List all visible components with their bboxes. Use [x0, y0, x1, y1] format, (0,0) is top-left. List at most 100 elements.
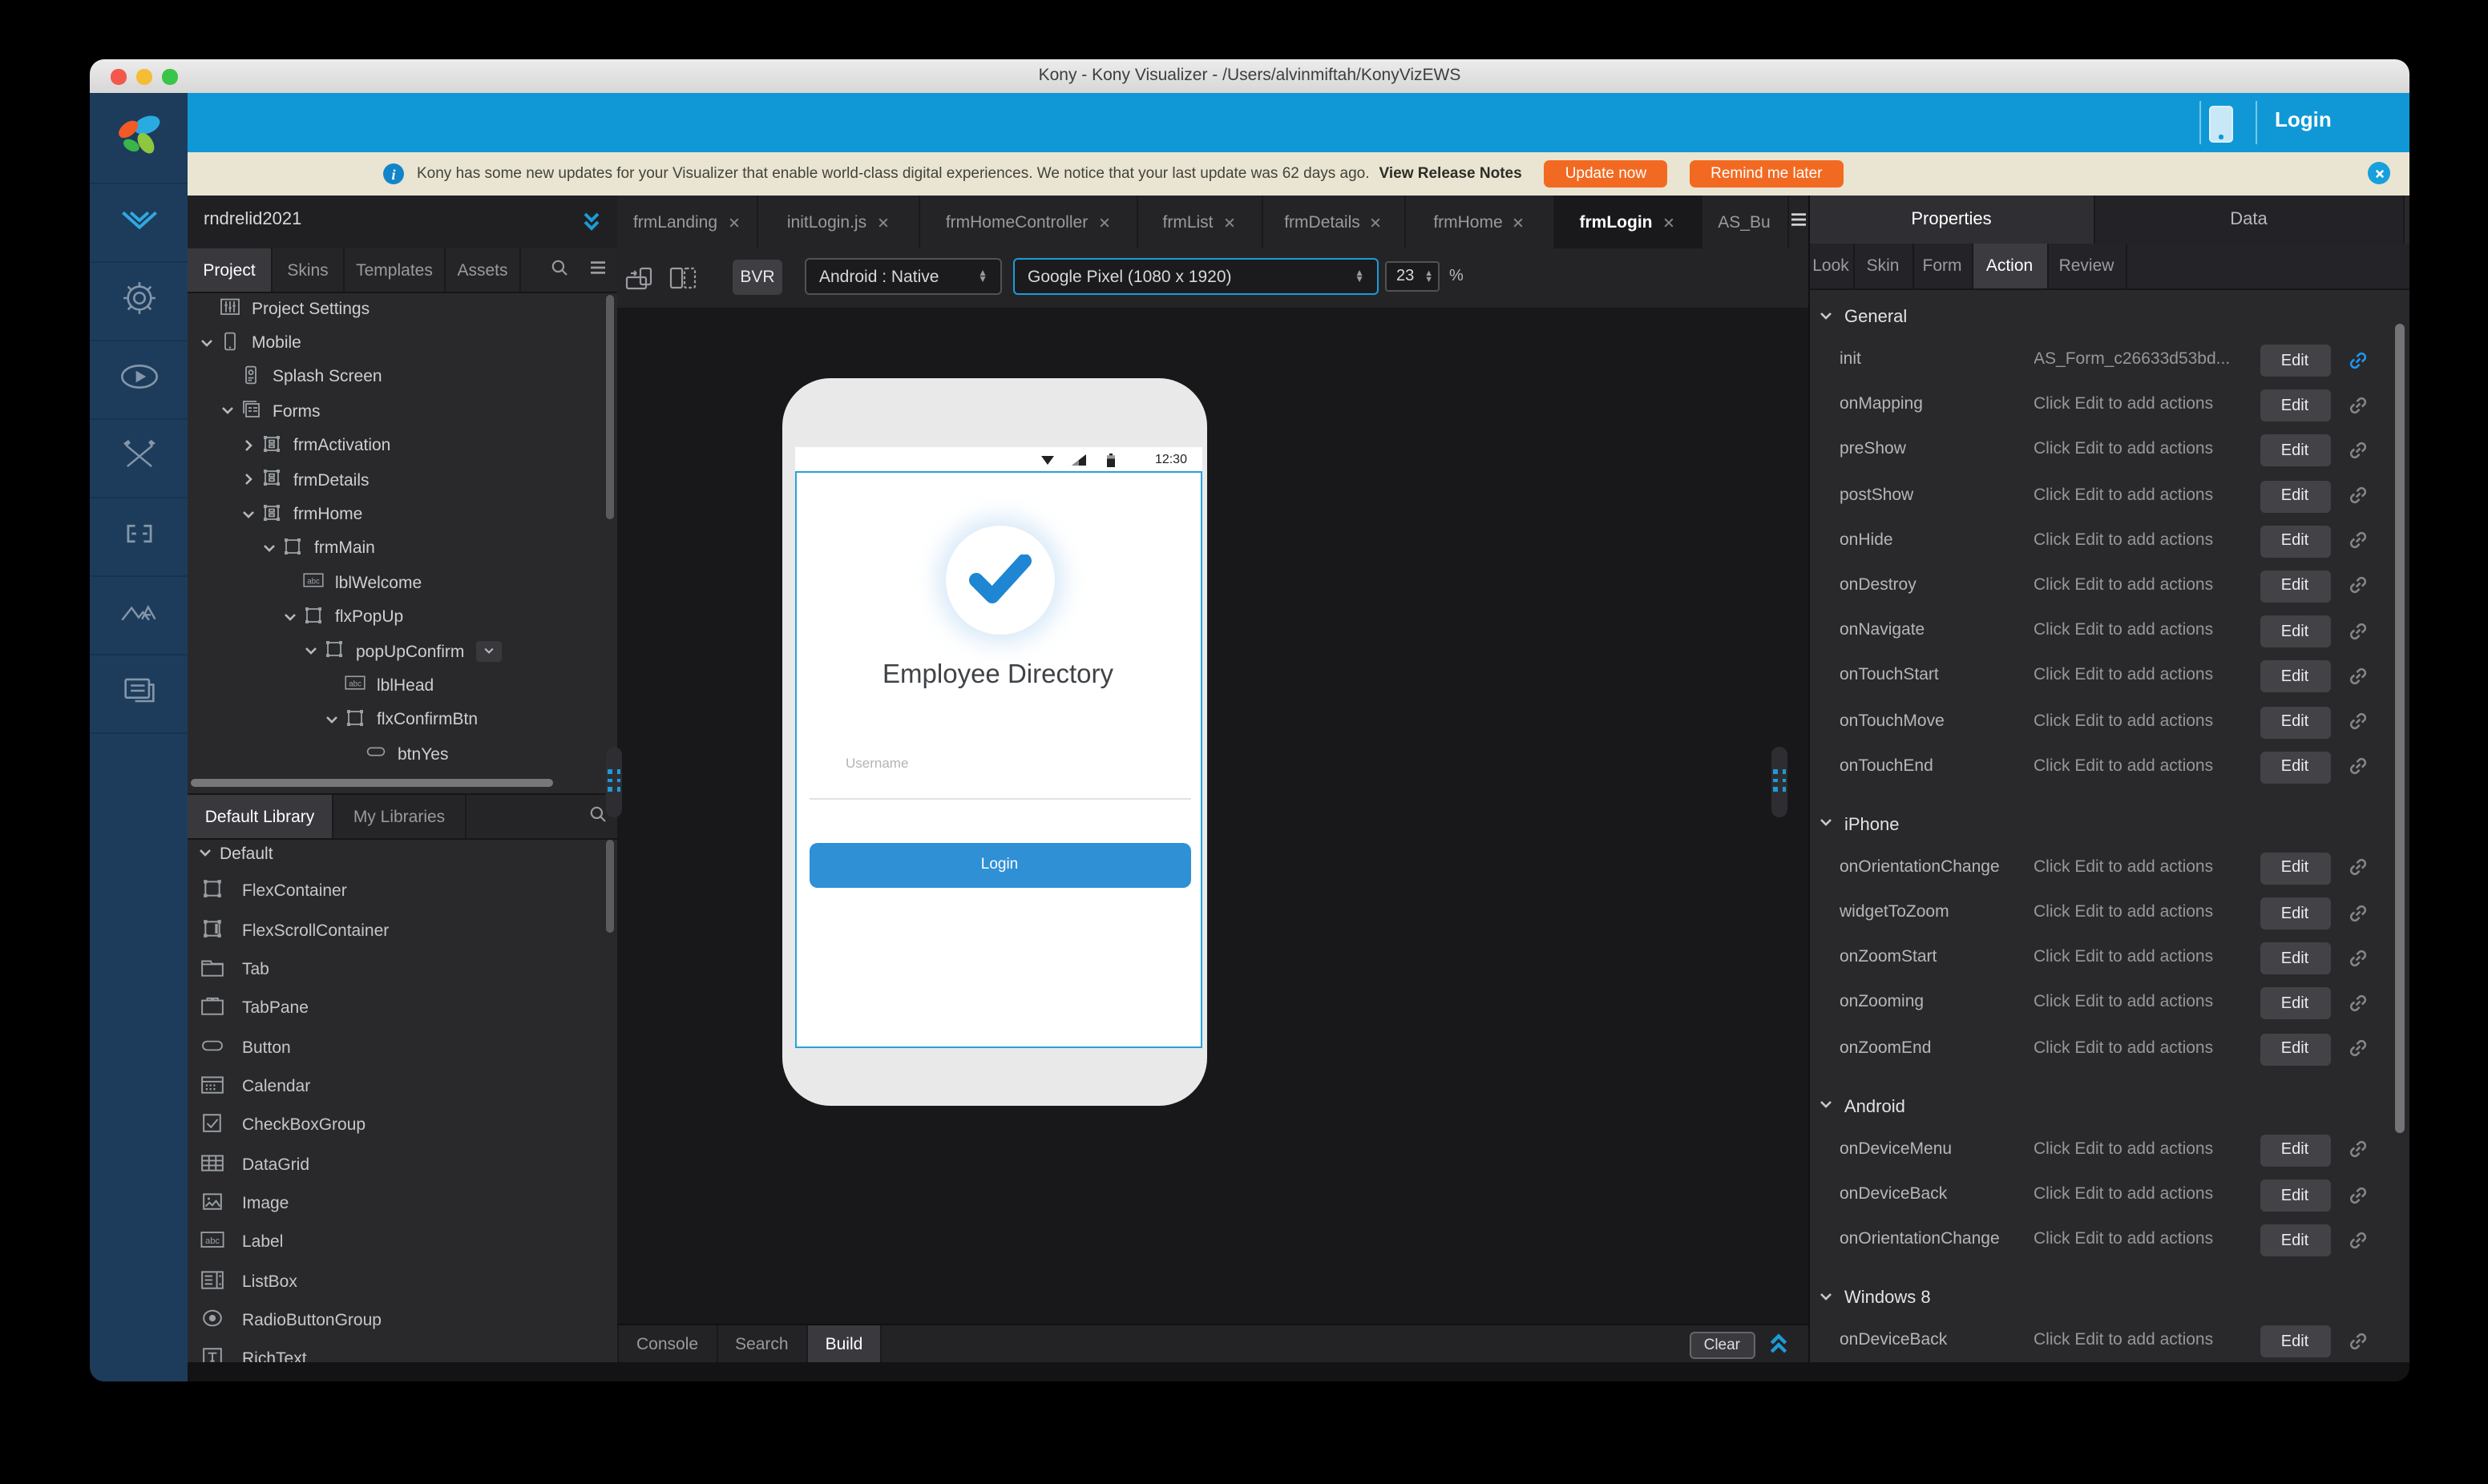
edit-button[interactable]: Edit: [2260, 942, 2330, 975]
clear-button[interactable]: Clear: [1689, 1331, 1755, 1358]
library-item-Calendar[interactable]: Calendar: [188, 1067, 617, 1106]
phone-login-button[interactable]: Login: [809, 842, 1190, 887]
gear-button[interactable]: [90, 263, 188, 341]
tree-item-frmDetails[interactable]: frmDetails: [188, 463, 617, 498]
sub-tab-review[interactable]: Review: [2048, 244, 2127, 288]
tree-item-lblWelcome[interactable]: abc lblWelcome: [188, 566, 617, 600]
device-select[interactable]: Google Pixel (1080 x 1920) ▲ ▼: [1013, 258, 1379, 295]
editor-tab-frmLanding[interactable]: frmLanding: [617, 196, 757, 248]
tab-list-menu-button[interactable]: [1788, 196, 1807, 248]
link-icon[interactable]: [2345, 753, 2370, 779]
collapse-project-icon[interactable]: [582, 210, 601, 232]
kony-logo-button[interactable]: [90, 93, 188, 184]
editor-tab-AS_Bu[interactable]: AS_Bu: [1702, 196, 1788, 248]
edit-button[interactable]: Edit: [2260, 897, 2330, 930]
console-tab-build[interactable]: Build: [807, 1325, 883, 1364]
section-header-windows-8[interactable]: Windows 8: [1809, 1278, 2399, 1320]
chevron-down-toggle[interactable]: [282, 608, 300, 626]
app-logo[interactable]: [945, 525, 1054, 634]
link-icon[interactable]: [2345, 708, 2370, 734]
expand-console-icon[interactable]: [1767, 1332, 1788, 1356]
console-tab-search[interactable]: Search: [717, 1325, 808, 1364]
macos-titlebar[interactable]: Kony - Kony Visualizer - /Users/alvinmif…: [90, 59, 2409, 95]
editor-tab-frmHome[interactable]: frmHome: [1406, 196, 1554, 248]
username-field[interactable]: Username: [846, 754, 908, 770]
play-button[interactable]: [90, 341, 188, 420]
platform-select[interactable]: Android : Native ▲ ▼: [805, 258, 1002, 295]
panel-tab-assets[interactable]: Assets: [446, 248, 521, 292]
library-item-Label[interactable]: abc Label: [188, 1223, 617, 1262]
library-item-RichText[interactable]: RichText: [188, 1340, 617, 1362]
library-item-Button[interactable]: Button: [188, 1028, 617, 1067]
form-frmLogin[interactable]: Employee Directory Username Login: [794, 470, 1202, 1048]
edit-button[interactable]: Edit: [2260, 1033, 2330, 1066]
remind-later-button[interactable]: Remind me later: [1690, 160, 1844, 188]
tools-button[interactable]: [90, 420, 188, 498]
edit-button[interactable]: Edit: [2260, 345, 2330, 377]
tree-item-Project Settings[interactable]: Project Settings: [188, 292, 617, 326]
edit-button[interactable]: Edit: [2260, 570, 2330, 603]
link-icon[interactable]: [2345, 392, 2370, 417]
library-item-DataGrid[interactable]: DataGrid: [188, 1145, 617, 1184]
close-tab-button[interactable]: [727, 216, 740, 228]
link-icon[interactable]: [2345, 900, 2370, 925]
link-icon[interactable]: [2345, 946, 2370, 971]
tree-item-flxPopUp[interactable]: flxPopUp: [188, 600, 617, 635]
editor-tab-frmLogin[interactable]: frmLogin: [1554, 196, 1702, 248]
edit-button[interactable]: Edit: [2260, 987, 2330, 1020]
library-scrollbar[interactable]: [606, 840, 614, 933]
link-icon[interactable]: [2345, 573, 2370, 599]
project-header[interactable]: rndrelid2021: [188, 196, 617, 250]
library-item-FlexContainer[interactable]: FlexContainer: [188, 872, 617, 911]
close-tab-button[interactable]: [1370, 216, 1383, 228]
close-tab-button[interactable]: [876, 216, 889, 228]
library-tab-default-library[interactable]: Default Library: [188, 795, 333, 838]
edit-button[interactable]: Edit: [2260, 660, 2330, 693]
library-item-ListBox[interactable]: ListBox: [188, 1262, 617, 1301]
close-tab-button[interactable]: [1223, 216, 1236, 228]
edit-button[interactable]: Edit: [2260, 389, 2330, 422]
edit-button[interactable]: Edit: [2260, 1325, 2330, 1358]
login-button[interactable]: Login: [2275, 107, 2332, 131]
app-title-label[interactable]: Employee Directory: [796, 659, 1200, 690]
edit-button[interactable]: Edit: [2260, 1134, 2330, 1167]
link-icon[interactable]: [2345, 438, 2370, 463]
editor-tab-frmDetails[interactable]: frmDetails: [1262, 196, 1406, 248]
tree-item-frmHome[interactable]: frmHome: [188, 498, 617, 532]
edit-button[interactable]: Edit: [2260, 852, 2330, 885]
link-icon[interactable]: [2345, 663, 2370, 689]
tree-horizontal-scrollbar[interactable]: [191, 779, 553, 787]
stepper-icon[interactable]: ▲ ▼: [1424, 269, 1433, 284]
edit-button[interactable]: Edit: [2260, 751, 2330, 784]
chevron-down-toggle[interactable]: [1817, 1288, 1835, 1309]
edit-button[interactable]: Edit: [2260, 1224, 2330, 1257]
sub-tab-form[interactable]: Form: [1913, 244, 1973, 288]
zoom-input[interactable]: 23 ▲ ▼: [1385, 261, 1440, 292]
library-item-Tab[interactable]: Tab: [188, 950, 617, 989]
chevron-right-toggle[interactable]: [240, 438, 258, 455]
edit-button[interactable]: Edit: [2260, 615, 2330, 648]
panel-tab-skins[interactable]: Skins: [273, 248, 345, 292]
close-notification-icon[interactable]: [2368, 162, 2390, 184]
properties-tab-properties[interactable]: Properties: [1809, 196, 2095, 244]
chevron-down-toggle[interactable]: [199, 334, 216, 352]
bvr-button[interactable]: BVR: [733, 260, 782, 295]
tree-item-flxConfirmBtn[interactable]: flxConfirmBtn: [188, 703, 617, 737]
library-item-Image[interactable]: Image: [188, 1184, 617, 1224]
edit-button[interactable]: Edit: [2260, 480, 2330, 513]
console-tab-console[interactable]: Console: [617, 1325, 718, 1364]
library-item-TabPane[interactable]: TabPane: [188, 989, 617, 1028]
tree-item-frmActivation[interactable]: frmActivation: [188, 429, 617, 463]
section-header-iphone[interactable]: iPhone: [1809, 805, 2399, 846]
tree-item-Mobile[interactable]: Mobile: [188, 326, 617, 361]
tree-item-lblHead[interactable]: abc lblHead: [188, 669, 617, 704]
left-splitter-handle[interactable]: [606, 747, 622, 817]
chevron-down-toggle[interactable]: [261, 540, 279, 558]
notes-button[interactable]: [90, 655, 188, 734]
chevron-down-toggle[interactable]: [1817, 1097, 1835, 1118]
device-compare-icon[interactable]: [668, 266, 697, 298]
library-item-CheckBoxGroup[interactable]: CheckBoxGroup: [188, 1106, 617, 1145]
close-tab-button[interactable]: [1097, 216, 1110, 228]
link-icon[interactable]: [2345, 855, 2370, 881]
library-tab-my-libraries[interactable]: My Libraries: [333, 795, 466, 838]
